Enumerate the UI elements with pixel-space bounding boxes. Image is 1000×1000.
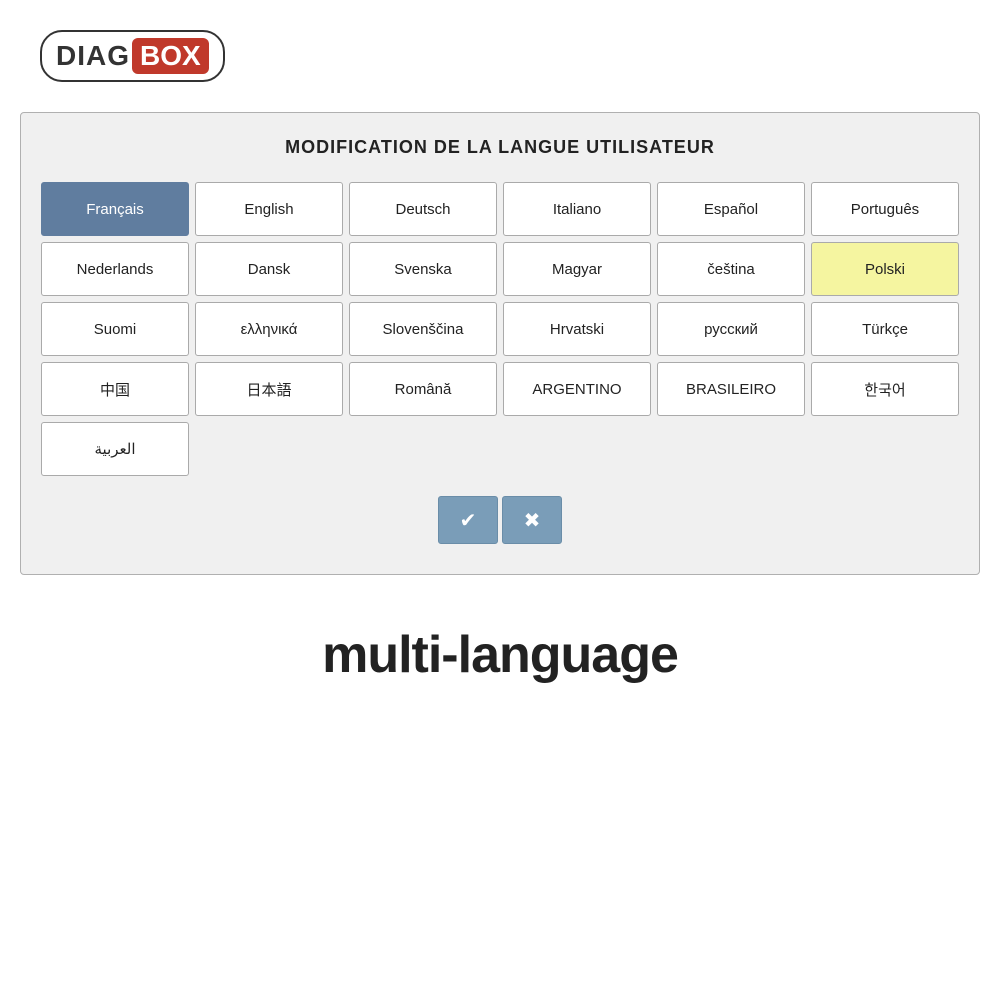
language-grid: Français English Deutsch Italiano Españo… (41, 182, 959, 476)
lang-btn-argentino[interactable]: ARGENTINO (503, 362, 651, 416)
lang-btn-slovenscina[interactable]: Slovenščina (349, 302, 497, 356)
logo-diag-text: DIAG (56, 40, 130, 72)
lang-btn-espanol[interactable]: Español (657, 182, 805, 236)
logo-area: DIAG BOX (0, 0, 1000, 102)
dialog-title: MODIFICATION DE LA LANGUE UTILISATEUR (41, 137, 959, 158)
lang-btn-russian[interactable]: русский (657, 302, 805, 356)
lang-btn-hrvatski[interactable]: Hrvatski (503, 302, 651, 356)
lang-btn-greek[interactable]: ελληνικά (195, 302, 343, 356)
lang-btn-suomi[interactable]: Suomi (41, 302, 189, 356)
logo-box-text: BOX (132, 38, 209, 74)
lang-btn-dansk[interactable]: Dansk (195, 242, 343, 296)
page-wrapper: DIAG BOX MODIFICATION DE LA LANGUE UTILI… (0, 0, 1000, 1000)
lang-btn-deutsch[interactable]: Deutsch (349, 182, 497, 236)
lang-btn-cestina[interactable]: čeština (657, 242, 805, 296)
checkmark-icon: ✔ (460, 508, 477, 533)
lang-btn-romana[interactable]: Română (349, 362, 497, 416)
language-dialog: MODIFICATION DE LA LANGUE UTILISATEUR Fr… (20, 112, 980, 575)
lang-btn-magyar[interactable]: Magyar (503, 242, 651, 296)
lang-btn-nederlands[interactable]: Nederlands (41, 242, 189, 296)
lang-btn-turkish[interactable]: Türkçe (811, 302, 959, 356)
lang-btn-arabic[interactable]: العربية (41, 422, 189, 476)
lang-btn-portugues[interactable]: Português (811, 182, 959, 236)
footer-text: multi-language (322, 625, 678, 685)
lang-btn-japanese[interactable]: 日本語 (195, 362, 343, 416)
lang-btn-brasileiro[interactable]: BRASILEIRO (657, 362, 805, 416)
lang-btn-francais[interactable]: Français (41, 182, 189, 236)
close-icon: ✖ (524, 508, 541, 533)
lang-btn-korean[interactable]: 한국어 (811, 362, 959, 416)
cancel-button[interactable]: ✖ (502, 496, 562, 544)
lang-btn-svenska[interactable]: Svenska (349, 242, 497, 296)
lang-btn-polski[interactable]: Polski (811, 242, 959, 296)
lang-btn-english[interactable]: English (195, 182, 343, 236)
lang-btn-chinese[interactable]: 中国 (41, 362, 189, 416)
diagbox-logo: DIAG BOX (40, 30, 225, 82)
confirm-button[interactable]: ✔ (438, 496, 498, 544)
action-area: ✔ ✖ (41, 496, 959, 544)
lang-btn-italiano[interactable]: Italiano (503, 182, 651, 236)
